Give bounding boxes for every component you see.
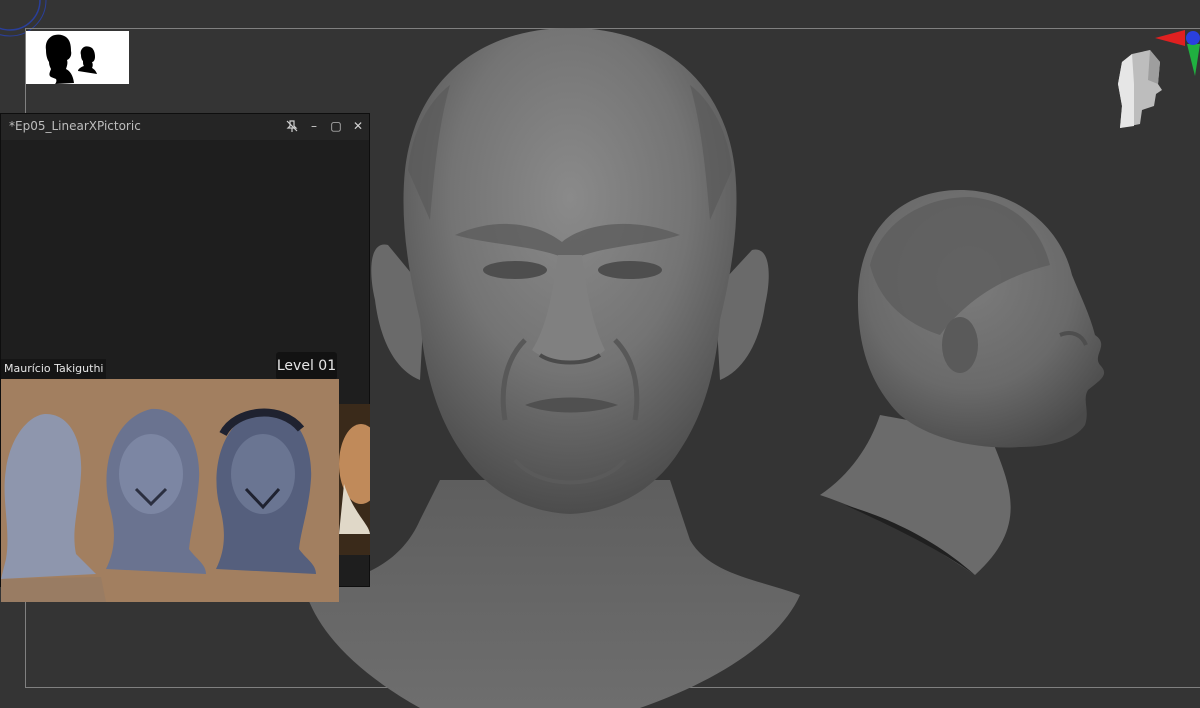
reference-image-window[interactable]: *Ep05_LinearXPictoric – ▢ ✕ Level 01 Mau… <box>0 113 370 602</box>
window-title: *Ep05_LinearXPictoric <box>9 119 141 133</box>
maximize-icon[interactable]: ▢ <box>328 118 344 134</box>
reference-photo-thumbnail[interactable] <box>339 404 370 555</box>
axis-gizmo-icon[interactable] <box>1155 28 1200 78</box>
close-icon[interactable]: ✕ <box>350 118 366 134</box>
author-label: Maurício Takiguthi <box>1 359 107 379</box>
head-sculpt-side-view[interactable] <box>810 185 1125 580</box>
head-sculpt-front-view[interactable] <box>300 20 820 708</box>
unpin-icon[interactable] <box>284 118 300 134</box>
reference-painting-image <box>1 379 339 602</box>
reference-window-titlebar[interactable]: *Ep05_LinearXPictoric – ▢ ✕ <box>1 114 369 140</box>
two-heads-silhouette-icon <box>26 31 129 84</box>
minimize-icon[interactable]: – <box>306 118 322 134</box>
zbrush-viewport[interactable]: *Ep05_LinearXPictoric – ▢ ✕ Level 01 Mau… <box>0 0 1200 708</box>
level-label: Level 01 <box>276 352 337 380</box>
